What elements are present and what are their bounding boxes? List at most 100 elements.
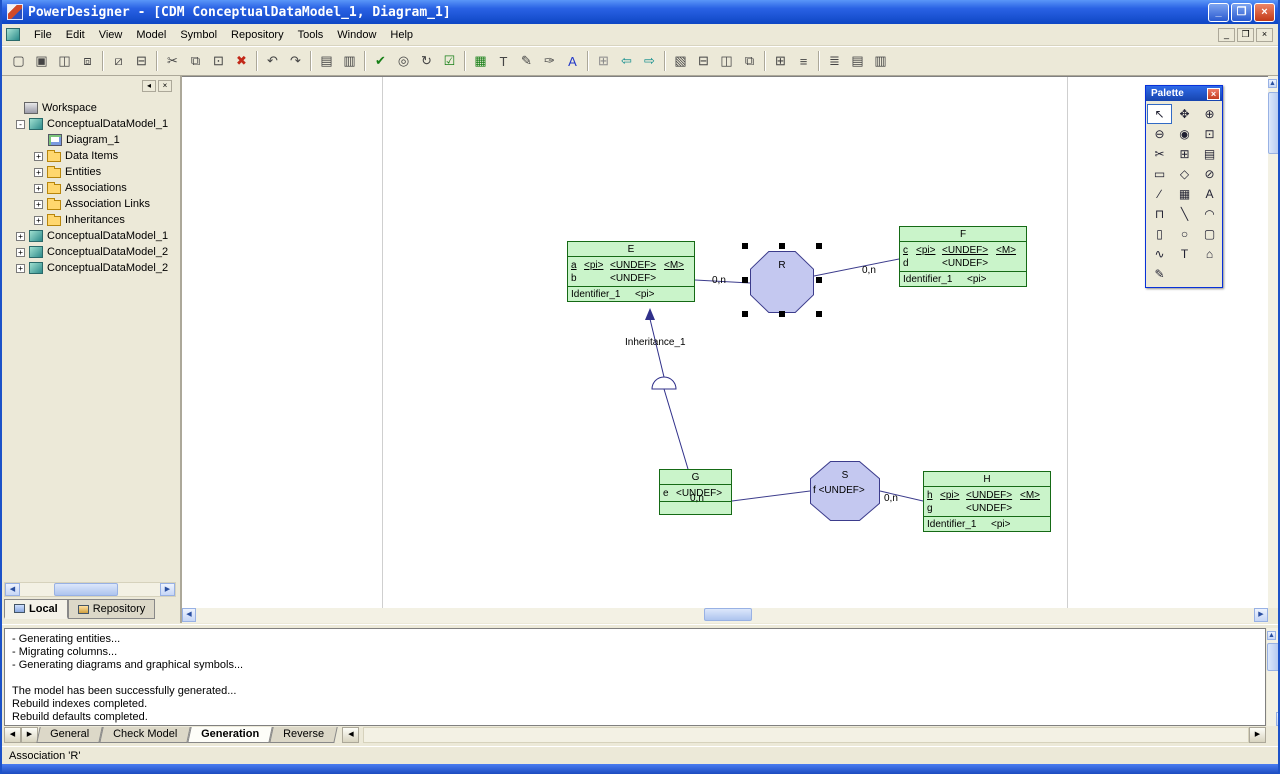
report-tool[interactable]: ▤ xyxy=(1197,144,1222,164)
tile-vertical-button[interactable]: ◫ xyxy=(715,51,738,72)
expand-icon[interactable]: + xyxy=(34,184,43,193)
cut-button[interactable]: ✂ xyxy=(161,51,184,72)
grid-button[interactable]: ⊞ xyxy=(769,51,792,72)
validate-button[interactable]: ☑ xyxy=(438,51,461,72)
selection-handle[interactable] xyxy=(816,311,822,317)
font-button[interactable]: A xyxy=(561,51,584,72)
zoom-in-tool[interactable]: ⊕ xyxy=(1197,104,1222,124)
canvas-horizontal-scrollbar[interactable]: ◀ ▶ xyxy=(182,608,1268,623)
menu-edit[interactable]: Edit xyxy=(59,26,92,44)
selection-handle[interactable] xyxy=(816,243,822,249)
tree-item-workspace[interactable]: Workspace xyxy=(4,100,176,116)
palette-close-button[interactable]: × xyxy=(1207,88,1220,100)
cascade-button[interactable]: ⧉ xyxy=(738,51,761,72)
tree-item-entities[interactable]: + Entities xyxy=(4,164,176,180)
expand-icon[interactable]: + xyxy=(16,248,25,257)
open-button[interactable]: ▣ xyxy=(30,51,53,72)
entity-H[interactable]: H h<pi><UNDEF><M> g<UNDEF> Identifier_1<… xyxy=(923,471,1051,532)
document-icon[interactable] xyxy=(6,28,20,41)
pointer-tool[interactable]: ↖ xyxy=(1147,104,1172,124)
cardinality-label[interactable]: 0,n xyxy=(884,493,898,504)
scroll-left-icon[interactable]: ◀ xyxy=(5,583,20,596)
menu-help[interactable]: Help xyxy=(383,26,420,44)
scrollbar-thumb[interactable] xyxy=(704,608,752,621)
repository-button[interactable]: ▥ xyxy=(338,51,361,72)
note-tool[interactable]: ▦ xyxy=(1172,184,1197,204)
menu-file[interactable]: File xyxy=(27,26,59,44)
delete-tool[interactable]: ✂ xyxy=(1147,144,1172,164)
expand-icon[interactable]: + xyxy=(34,152,43,161)
canvas-vertical-scrollbar[interactable]: ▲ ▼ xyxy=(1268,76,1280,623)
tree-item-association-links[interactable]: + Association Links xyxy=(4,196,176,212)
restore-button[interactable]: ❐ xyxy=(1231,3,1252,22)
palette-window[interactable]: Palette × ↖ ✥ ⊕ ⊖ ◉ ⊡ ✂ ⊞ ▤ ▭ ◇ ⊘ ∕ ▦ A … xyxy=(1145,85,1223,288)
menu-repository[interactable]: Repository xyxy=(224,26,291,44)
menu-model[interactable]: Model xyxy=(129,26,173,44)
association-R[interactable]: R xyxy=(750,251,814,313)
expand-icon[interactable]: + xyxy=(34,168,43,177)
entity-tool[interactable]: ▭ xyxy=(1147,164,1172,184)
tree-item-model-2[interactable]: + ConceptualDataModel_1 xyxy=(4,228,176,244)
zoom-out-tool[interactable]: ⊖ xyxy=(1147,124,1172,144)
expand-icon[interactable]: + xyxy=(34,200,43,209)
properties-tool[interactable]: ◉ xyxy=(1172,124,1197,144)
check-model-button[interactable]: ✔ xyxy=(369,51,392,72)
copy-button[interactable]: ⧉ xyxy=(184,51,207,72)
tab-reverse[interactable]: Reverse xyxy=(270,727,338,743)
tab-general[interactable]: General xyxy=(36,727,103,743)
brush-button[interactable]: ✑ xyxy=(538,51,561,72)
selection-handle[interactable] xyxy=(742,311,748,317)
title-tool[interactable]: T xyxy=(1172,244,1197,264)
scrollbar-track[interactable] xyxy=(196,608,1254,623)
inheritance-tool[interactable]: ⊓ xyxy=(1147,204,1172,224)
undo-button[interactable]: ↶ xyxy=(261,51,284,72)
tree-item-diagram-1[interactable]: Diagram_1 xyxy=(4,132,176,148)
tab-check-model[interactable]: Check Model xyxy=(99,727,191,743)
print-preview-button[interactable]: ⧄ xyxy=(107,51,130,72)
pencil-button[interactable]: ✎ xyxy=(515,51,538,72)
menu-tools[interactable]: Tools xyxy=(291,26,331,44)
mdi-restore-button[interactable]: ❐ xyxy=(1237,28,1254,42)
package-tool[interactable]: ⊞ xyxy=(1172,144,1197,164)
list-button[interactable]: ≣ xyxy=(823,51,846,72)
cardinality-label[interactable]: 0,n xyxy=(712,275,726,286)
rectangle-tool[interactable]: ▯ xyxy=(1147,224,1172,244)
expand-icon[interactable]: + xyxy=(16,264,25,273)
scroll-left-icon[interactable]: ◀ xyxy=(342,727,359,743)
scrollbar-track[interactable] xyxy=(20,583,160,596)
sidebar-horizontal-scrollbar[interactable]: ◀ ▶ xyxy=(4,582,176,597)
collapse-icon[interactable]: - xyxy=(16,120,25,129)
menu-symbol[interactable]: Symbol xyxy=(173,26,224,44)
scroll-left-icon[interactable]: ◀ xyxy=(182,608,196,622)
print-button[interactable]: ⊟ xyxy=(130,51,153,72)
properties-button[interactable]: ▤ xyxy=(315,51,338,72)
arc-tool[interactable]: ◠ xyxy=(1197,204,1222,224)
tree-item-data-items[interactable]: + Data Items xyxy=(4,148,176,164)
delete-button[interactable]: ✖ xyxy=(230,51,253,72)
back-button[interactable]: ⇦ xyxy=(615,51,638,72)
show-symbols-button[interactable]: ▧ xyxy=(669,51,692,72)
open-diagram-tool[interactable]: ⊡ xyxy=(1197,124,1222,144)
selection-handle[interactable] xyxy=(742,243,748,249)
association-S[interactable]: S f <UNDEF> xyxy=(810,461,880,521)
association-link-tool[interactable]: ∕ xyxy=(1147,184,1172,204)
scrollbar-track[interactable] xyxy=(363,727,1249,743)
outline-button[interactable]: ▤ xyxy=(846,51,869,72)
tile-horizontal-button[interactable]: ⊟ xyxy=(692,51,715,72)
menu-view[interactable]: View xyxy=(92,26,130,44)
output-vertical-scrollbar[interactable]: ▲ ▼ xyxy=(1267,628,1280,726)
cardinality-label[interactable]: 0,n xyxy=(690,493,704,504)
align-button[interactable]: ≡ xyxy=(792,51,815,72)
entity-F[interactable]: F c<pi><UNDEF><M> d<UNDEF> Identifier_1<… xyxy=(899,226,1027,287)
free-draw-tool[interactable]: ✎ xyxy=(1147,264,1172,284)
polyline-tool[interactable]: ∿ xyxy=(1147,244,1172,264)
scrollbar-thumb[interactable] xyxy=(54,583,118,596)
scroll-down-icon[interactable]: ▼ xyxy=(1276,712,1280,726)
scrollbar-thumb[interactable] xyxy=(1267,643,1280,671)
scrollbar-thumb[interactable] xyxy=(1268,92,1280,154)
selection-handle[interactable] xyxy=(742,277,748,283)
attach-button[interactable]: ⊞ xyxy=(592,51,615,72)
mdi-minimize-button[interactable]: _ xyxy=(1218,28,1235,42)
rounded-rectangle-tool[interactable]: ▢ xyxy=(1197,224,1222,244)
panel-close-icon[interactable]: × xyxy=(158,80,172,92)
